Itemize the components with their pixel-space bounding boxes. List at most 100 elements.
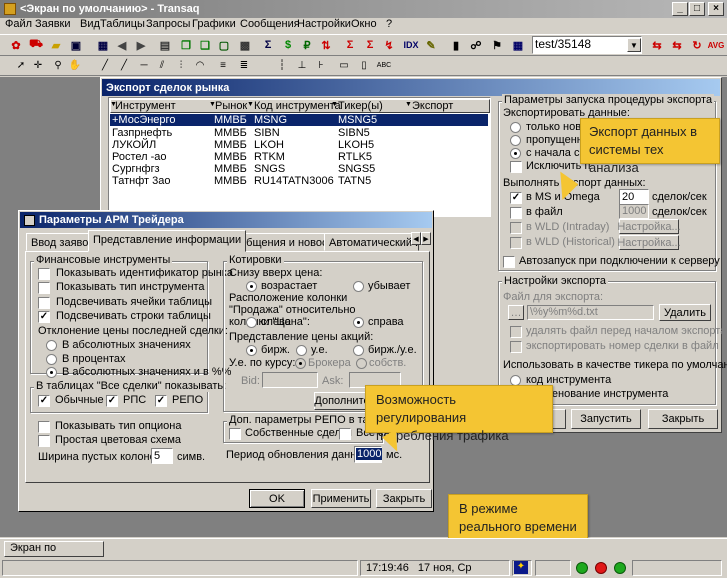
ok-button[interactable]: OK — [249, 489, 305, 508]
table-cell[interactable]: LKOH5 — [338, 139, 374, 151]
table-cell[interactable]: MSNG5 — [338, 114, 377, 126]
checkbox-show-instr-id[interactable] — [38, 268, 50, 280]
table-cell[interactable]: ММВБ — [214, 163, 247, 175]
checkbox-show-option-type[interactable] — [38, 421, 50, 433]
radio-missed[interactable] — [510, 135, 521, 146]
checkbox-file[interactable] — [510, 207, 522, 219]
checkbox-delete-before[interactable] — [510, 326, 522, 338]
table-icon[interactable]: ▦ — [94, 36, 112, 54]
checkbox-own-deals[interactable] — [229, 428, 241, 440]
table-cell[interactable]: Газпрнефть — [112, 127, 172, 139]
menu-charts[interactable]: Графики — [192, 18, 236, 30]
connection-icon[interactable]: ✦ — [514, 561, 528, 574]
menu-help[interactable]: ? — [386, 18, 392, 30]
open-folder-icon[interactable]: ▰ — [47, 36, 65, 54]
col-header-code[interactable]: Код инструмента — [254, 100, 341, 112]
cart-icon[interactable]: ⛟ — [27, 36, 45, 54]
menu-settings[interactable]: Настройки — [297, 18, 351, 30]
fibo2-icon[interactable]: ≣ — [236, 57, 252, 73]
radio-percents[interactable] — [46, 354, 57, 365]
wld-historical-settings-button[interactable]: Настройка... — [617, 235, 681, 250]
update-period-field[interactable]: 1000 — [354, 446, 383, 463]
tab-default-screen[interactable]: Экран по умолчанию — [4, 541, 104, 567]
zoom-icon[interactable]: ⚲ — [50, 57, 66, 73]
table-cell[interactable]: ММВБ — [214, 151, 247, 163]
pencil-icon[interactable]: ✎ — [422, 36, 440, 54]
menu-file[interactable]: Файл — [5, 18, 32, 30]
time-zones-icon[interactable]: ┆ — [274, 57, 290, 73]
table-cell[interactable]: Татнфт 3ао — [112, 175, 170, 187]
filter-icon[interactable]: ⚑ — [488, 36, 506, 54]
buy-icon[interactable]: ⇆ — [648, 36, 666, 54]
window-icon[interactable]: ▢ — [215, 36, 233, 54]
grid-icon[interactable]: ▩ — [236, 36, 254, 54]
table-cell[interactable]: +МосЭнерго — [112, 114, 175, 126]
table-cell[interactable]: MSNG — [254, 114, 287, 126]
exchange-icon[interactable]: ⇅ — [317, 36, 335, 54]
checkbox-export-deal-number[interactable] — [510, 341, 522, 353]
line-icon[interactable]: ╱ — [97, 57, 113, 73]
minimize-button[interactable]: _ — [672, 2, 688, 16]
hline-icon[interactable]: ─ — [136, 57, 152, 73]
checkbox-highlight-cells[interactable] — [38, 297, 50, 309]
export-close-button[interactable]: Закрыть — [648, 409, 718, 429]
radio-ue[interactable] — [296, 345, 307, 356]
table-cell[interactable]: Сургнфгз — [112, 163, 160, 175]
ruler-icon[interactable]: ⊦ — [313, 57, 329, 73]
table-cell[interactable]: ММВБ — [214, 175, 247, 187]
table-cell[interactable]: ЛУКОЙЛ — [112, 139, 156, 151]
chart-icon[interactable]: ↯ — [380, 36, 398, 54]
checkbox-ms-omega[interactable]: ✓ — [510, 192, 522, 204]
checkbox-repo[interactable]: ✓ — [155, 395, 167, 407]
tab-info-view[interactable]: Представление информации — [88, 230, 247, 252]
forward-icon[interactable]: ▶ — [132, 36, 150, 54]
col-header-ticker[interactable]: Тикер(ы) — [338, 100, 383, 112]
text-icon[interactable]: ▭ — [336, 57, 352, 73]
crosshair-icon[interactable]: ✛ — [30, 57, 46, 73]
ms-rate-field[interactable]: 20 — [619, 189, 649, 205]
sum-icon[interactable]: Σ — [259, 36, 277, 54]
table-cell[interactable]: ММВБ — [214, 139, 247, 151]
tab-scroll-right-icon[interactable]: ▶ — [421, 232, 431, 245]
table-cell[interactable]: SIBN — [254, 127, 280, 139]
radio-abs-values[interactable] — [46, 340, 57, 351]
table-cell[interactable]: TATN5 — [338, 175, 371, 187]
table-cell[interactable]: ММВБ — [214, 127, 247, 139]
empty-cols-field[interactable]: 5 — [151, 448, 173, 464]
hand-icon[interactable]: ✋ — [67, 57, 83, 73]
maximize-button[interactable]: □ — [689, 2, 705, 16]
dollar-icon[interactable]: $ — [279, 36, 297, 54]
checkbox-highlight-rows[interactable]: ✓ — [38, 311, 50, 323]
refresh-icon[interactable]: ↻ — [688, 36, 706, 54]
instrument-combo[interactable]: test/35148 — [532, 36, 642, 54]
doc-icon[interactable]: ▤ — [156, 36, 174, 54]
checkbox-wld-intraday[interactable] — [510, 222, 522, 234]
col-header-market[interactable]: Рынок — [215, 100, 247, 112]
more-button[interactable]: Дополните — [314, 392, 370, 410]
checkbox-rps[interactable]: ✓ — [106, 395, 118, 407]
grid2-icon[interactable]: ▦ — [509, 36, 527, 54]
table-cell[interactable]: SNGS — [254, 163, 285, 175]
index-icon[interactable]: IDX — [402, 36, 420, 54]
menu-requests[interactable]: Запросы — [146, 18, 190, 30]
col-header-export[interactable]: Экспорт — [412, 100, 453, 112]
bars-icon[interactable]: ▮ — [447, 36, 465, 54]
browse-button[interactable]: … — [508, 305, 524, 320]
radio-left[interactable] — [246, 317, 257, 328]
levels-icon[interactable]: ⊥ — [294, 57, 310, 73]
table-cell[interactable]: LKOH — [254, 139, 284, 151]
radio-right[interactable] — [353, 317, 364, 328]
radio-abs-and-pct[interactable] — [46, 367, 57, 378]
save-icon[interactable]: ▣ — [67, 36, 85, 54]
wld-intraday-settings-button[interactable]: Настройка... — [617, 219, 681, 234]
radio-broker[interactable] — [295, 358, 306, 369]
delete-button[interactable]: Удалить — [659, 304, 711, 321]
menu-window[interactable]: Окно — [351, 18, 377, 30]
checkbox-wld-historical[interactable] — [510, 237, 522, 249]
radio-birzh[interactable] — [246, 345, 257, 356]
line2-icon[interactable]: ╱ — [116, 57, 132, 73]
label-icon[interactable]: ABC — [376, 57, 392, 73]
table-cell[interactable]: ММВБ — [214, 114, 247, 126]
menu-tables[interactable]: Таблицы — [100, 18, 145, 30]
fibo-icon[interactable]: ≡ — [215, 57, 231, 73]
